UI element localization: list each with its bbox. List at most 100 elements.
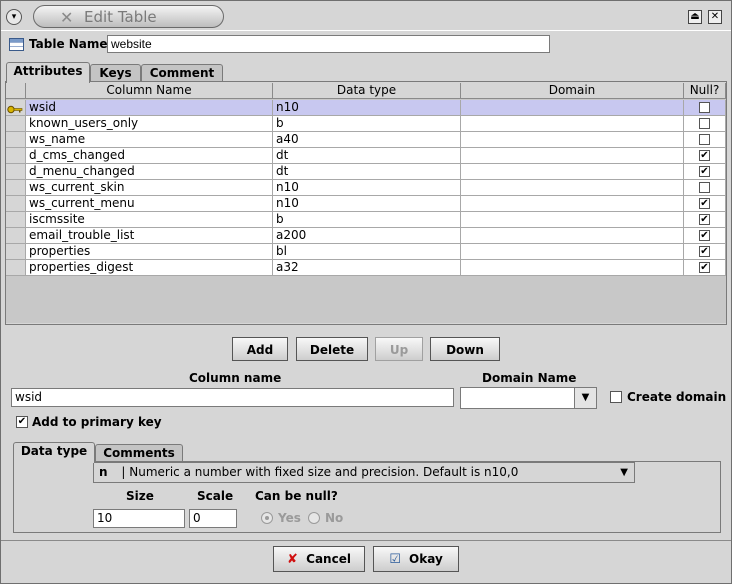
cell-type[interactable]: a200 [273, 228, 461, 244]
table-row[interactable]: ws_current_skin n10 [6, 180, 726, 196]
cell-domain[interactable] [461, 164, 684, 180]
tab-data-type[interactable]: Data type [13, 442, 95, 463]
domain-name-combo[interactable]: ▼ [460, 387, 597, 409]
cell-domain[interactable] [461, 228, 684, 244]
table-row[interactable]: wsid n10 [6, 100, 726, 116]
cell-type[interactable]: n10 [273, 196, 461, 212]
null-checkbox[interactable]: ✔ [699, 214, 710, 225]
cell-type[interactable]: b [273, 212, 461, 228]
header-null[interactable]: Null? [684, 83, 726, 99]
cell-domain[interactable] [461, 260, 684, 276]
null-checkbox[interactable] [699, 182, 710, 193]
delete-button[interactable]: Delete [296, 337, 368, 361]
minimize-button[interactable]: ⏏ [688, 10, 702, 24]
header-column-name[interactable]: Column Name [26, 83, 273, 99]
cell-type[interactable]: dt [273, 164, 461, 180]
cell-type[interactable]: a32 [273, 260, 461, 276]
table-row[interactable]: d_menu_changed dt ✔ [6, 164, 726, 180]
null-checkbox[interactable]: ✔ [699, 262, 710, 273]
null-checkbox[interactable]: ✔ [699, 230, 710, 241]
header-domain[interactable]: Domain [461, 83, 684, 99]
cell-domain[interactable] [461, 212, 684, 228]
cell-type[interactable]: bl [273, 244, 461, 260]
table-row[interactable]: properties bl ✔ [6, 244, 726, 260]
add-button[interactable]: Add [232, 337, 288, 361]
cell-name[interactable]: d_menu_changed [26, 164, 273, 180]
cell-type[interactable]: b [273, 116, 461, 132]
cell-type[interactable]: dt [273, 148, 461, 164]
table-row[interactable]: ws_name a40 [6, 132, 726, 148]
cell-name[interactable]: properties_digest [26, 260, 273, 276]
row-gutter[interactable] [6, 260, 26, 276]
add-primary-key-checkbox[interactable]: ✔ [16, 416, 28, 428]
cell-name[interactable]: ws_current_skin [26, 180, 273, 196]
row-gutter[interactable] [6, 132, 26, 148]
row-gutter[interactable] [6, 148, 26, 164]
cell-type[interactable]: n10 [273, 100, 461, 116]
title-bar: ▾ ✕ Edit Table ⏏ ✕ [1, 1, 731, 31]
row-gutter[interactable] [6, 212, 26, 228]
table-row[interactable]: ws_current_menu n10 ✔ [6, 196, 726, 212]
close-button[interactable]: ✕ [708, 10, 722, 24]
scale-label: Scale [197, 489, 234, 503]
row-gutter[interactable] [6, 100, 26, 116]
cell-name[interactable]: email_trouble_list [26, 228, 273, 244]
cell-domain[interactable] [461, 244, 684, 260]
okay-label: Okay [409, 552, 443, 566]
cell-name[interactable]: ws_name [26, 132, 273, 148]
cell-type[interactable]: n10 [273, 180, 461, 196]
down-button[interactable]: Down [430, 337, 500, 361]
cell-name[interactable]: ws_current_menu [26, 196, 273, 212]
cell-domain[interactable] [461, 148, 684, 164]
window-menu-button[interactable]: ▾ [6, 9, 22, 25]
null-checkbox[interactable]: ✔ [699, 150, 710, 161]
table-row[interactable]: d_cms_changed dt ✔ [6, 148, 726, 164]
row-gutter[interactable] [6, 228, 26, 244]
no-radio[interactable] [308, 512, 320, 524]
null-checkbox[interactable]: ✔ [699, 166, 710, 177]
cell-name[interactable]: known_users_only [26, 116, 273, 132]
cell-domain[interactable] [461, 116, 684, 132]
create-domain-checkbox[interactable] [610, 391, 622, 403]
cell-name[interactable]: iscmssite [26, 212, 273, 228]
cell-null: ✔ [684, 244, 726, 260]
columns-table[interactable]: Column Name Data type Domain Null? wsid n… [6, 83, 726, 323]
table-row[interactable]: properties_digest a32 ✔ [6, 260, 726, 276]
cell-domain[interactable] [461, 180, 684, 196]
cell-name[interactable]: d_cms_changed [26, 148, 273, 164]
null-checkbox[interactable]: ✔ [699, 246, 710, 257]
null-checkbox[interactable] [699, 134, 710, 145]
title-pill[interactable]: ✕ Edit Table [33, 5, 224, 28]
cancel-button[interactable]: ✘ Cancel [273, 546, 365, 572]
row-gutter[interactable] [6, 180, 26, 196]
okay-button[interactable]: ☑ Okay [373, 546, 459, 572]
up-button[interactable]: Up [375, 337, 423, 361]
cell-name[interactable]: properties [26, 244, 273, 260]
cell-domain[interactable] [461, 196, 684, 212]
table-row[interactable]: iscmssite b ✔ [6, 212, 726, 228]
header-gutter [6, 83, 26, 99]
cell-type[interactable]: a40 [273, 132, 461, 148]
column-name-input[interactable]: wsid [11, 388, 454, 407]
table-name-input[interactable] [107, 35, 550, 53]
header-data-type[interactable]: Data type [273, 83, 461, 99]
null-checkbox[interactable] [699, 102, 710, 113]
cell-name[interactable]: wsid [26, 100, 273, 116]
tab-attributes[interactable]: Attributes [6, 62, 90, 83]
size-input[interactable]: 10 [93, 509, 185, 528]
data-type-select[interactable]: n | Numeric a number with fixed size and… [93, 462, 635, 483]
yes-radio[interactable] [261, 512, 273, 524]
row-gutter[interactable] [6, 196, 26, 212]
cell-domain[interactable] [461, 100, 684, 116]
table-row[interactable]: known_users_only b [6, 116, 726, 132]
table-row[interactable]: email_trouble_list a200 ✔ [6, 228, 726, 244]
null-checkbox[interactable] [699, 118, 710, 129]
row-gutter[interactable] [6, 244, 26, 260]
cell-domain[interactable] [461, 132, 684, 148]
row-gutter[interactable] [6, 164, 26, 180]
cell-null: ✔ [684, 228, 726, 244]
chevron-down-icon[interactable]: ▼ [574, 388, 596, 408]
scale-input[interactable]: 0 [189, 509, 237, 528]
null-checkbox[interactable]: ✔ [699, 198, 710, 209]
row-gutter[interactable] [6, 116, 26, 132]
